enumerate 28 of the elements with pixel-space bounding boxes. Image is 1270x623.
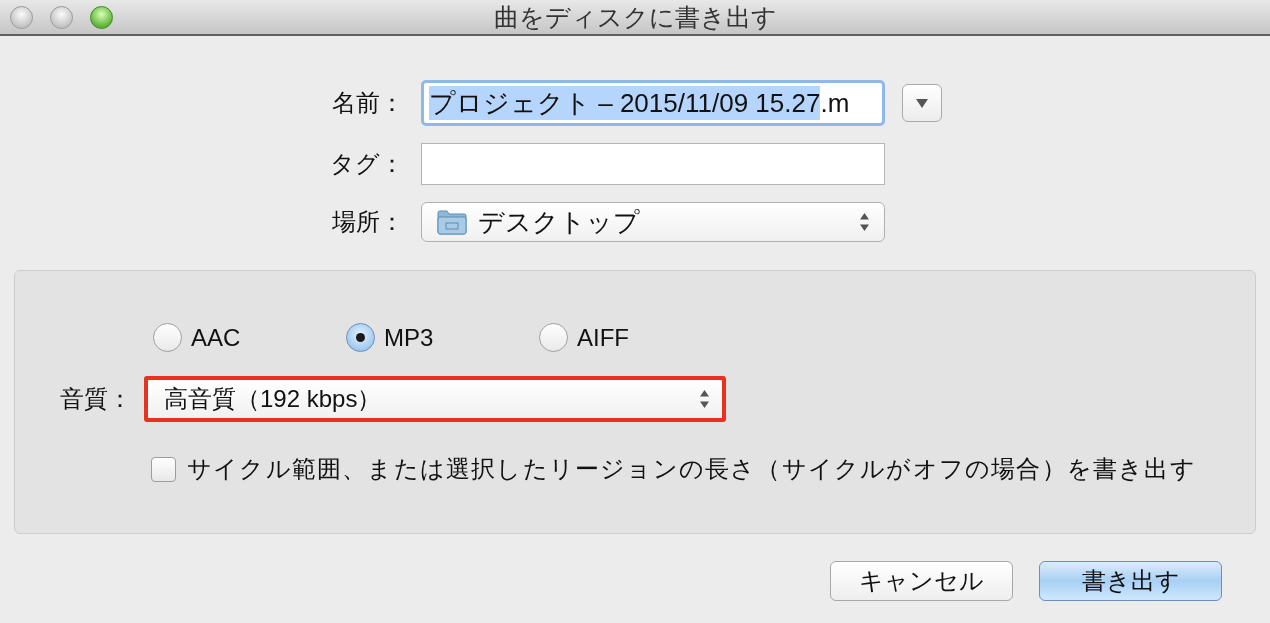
folder-icon [437,209,467,235]
radio-button[interactable] [346,323,375,352]
name-label: 名前： [331,88,404,118]
close-button[interactable] [10,5,33,29]
quality-popup[interactable]: 高音質（192 kbps） [148,380,722,418]
up-down-arrows-icon [699,389,710,409]
tags-label: タグ： [329,149,404,179]
radio-label: AIFF [577,323,629,352]
name-field[interactable]: プロジェクト – 2015/11/09 15.27.m [421,80,885,126]
minimize-button[interactable] [50,5,73,29]
radio-button[interactable] [539,323,568,352]
zoom-button[interactable] [90,5,113,29]
radio-label: AAC [191,323,241,352]
selected-text: プロジェクト – 2015/11/09 15.27 [429,86,821,120]
caret-icon [916,98,928,108]
cancel-button[interactable]: キャンセル [830,561,1013,601]
radio-label: MP3 [384,323,434,352]
checkbox[interactable] [151,456,176,482]
checkbox-label: サイクル範囲、または選択したリージョンの長さ（サイクルがオフの場合）を書き出す [187,454,1196,484]
quality-label: 音質： [60,384,132,414]
window-title: 曲をディスクに書き出す [493,4,777,30]
disclosure-button[interactable] [902,84,942,122]
export-button[interactable]: 書き出す [1039,561,1222,601]
location-label: 場所： [331,207,404,237]
location-popup[interactable]: デスクトップ [421,202,885,242]
radio-button[interactable] [153,323,182,352]
tags-field[interactable] [421,143,885,185]
up-down-arrows-icon [859,212,870,232]
